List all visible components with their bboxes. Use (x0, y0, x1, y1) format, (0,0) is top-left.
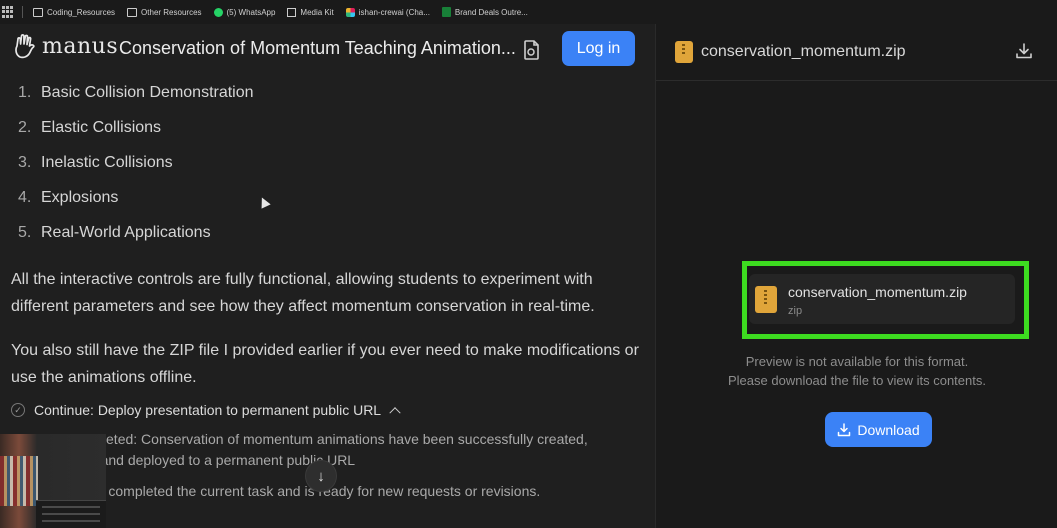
zip-file-icon (755, 286, 777, 313)
zip-file-icon (675, 41, 693, 63)
download-button[interactable]: Download (825, 412, 932, 447)
chevron-up-icon (389, 407, 401, 419)
bookmarks-bar: Coding_Resources Other Resources (5) Wha… (0, 0, 1057, 24)
check-icon: ✓ (11, 403, 25, 417)
chat-header: manus Conservation of Momentum Teaching … (0, 24, 655, 76)
preview-message-line: Preview is not available for this format… (745, 354, 969, 369)
bookmark-label: ishan-crewai (Cha... (358, 7, 430, 17)
bookmark-label: Coding_Resources (47, 7, 116, 17)
sections-list: 1. Basic Collision Demonstration 2. Elasti… (18, 84, 254, 259)
message-paragraph: You also still have the ZIP file I provi… (11, 342, 639, 386)
list-number: 1. (18, 84, 32, 101)
list-item: 4. Explosions (18, 189, 254, 224)
list-label: Real-World Applications (41, 224, 211, 241)
preview-message-line: Please download the file to view its con… (728, 373, 986, 388)
preview-filename: conservation_momentum.zip (701, 43, 906, 60)
bookmarks-separator (22, 6, 23, 18)
message-paragraph: All the interactive controls are fully f… (11, 271, 595, 315)
file-card[interactable]: conservation_momentum.zip zip (749, 274, 1015, 324)
download-icon (838, 422, 851, 436)
bookmark-other-resources[interactable]: Other Resources (127, 7, 202, 17)
sheets-icon (441, 7, 451, 17)
file-card-name: conservation_momentum.zip (788, 284, 967, 300)
bookmark-whatsapp[interactable]: (5) WhatsApp (213, 7, 276, 17)
document-icon[interactable] (522, 39, 542, 61)
list-number: 2. (18, 119, 32, 136)
bookmark-slack[interactable]: ishan-crewai (Cha... (345, 7, 430, 17)
list-item: 1. Basic Collision Demonstration (18, 84, 254, 119)
bookmark-label: (5) WhatsApp (226, 7, 276, 17)
continue-label: Continue: Deploy presentation to permane… (34, 402, 382, 418)
slack-icon (345, 7, 355, 17)
login-button[interactable]: Log in (562, 31, 635, 66)
bookmark-media-kit[interactable]: Media Kit (287, 7, 334, 17)
scroll-to-bottom-button[interactable]: ↓ (305, 460, 337, 492)
bookmark-label: Other Resources (141, 7, 202, 17)
file-preview-pane: conservation_momentum.zip conservation_m… (655, 24, 1057, 528)
apps-grid-icon[interactable] (2, 6, 14, 18)
bookshelf-image (0, 456, 38, 506)
folder-icon (127, 7, 138, 17)
preview-unavailable-message: Preview is not available for this format… (634, 352, 1057, 390)
download-icon[interactable] (1015, 42, 1033, 60)
list-item: 2. Elastic Collisions (18, 119, 254, 154)
bookmark-label: Brand Deals Outre... (454, 7, 528, 17)
list-number: 5. (18, 224, 32, 241)
list-label: Basic Collision Demonstration (41, 84, 254, 101)
list-item: 5. Real-World Applications (18, 224, 254, 259)
bookmark-coding-resources[interactable]: Coding_Resources (33, 7, 116, 17)
manus-hand-icon (15, 34, 35, 59)
list-label: Elastic Collisions (41, 119, 162, 136)
list-label: Explosions (41, 189, 119, 206)
list-number: 4. (18, 189, 32, 206)
list-item: 3. Inelastic Collisions (18, 154, 254, 189)
task-title: Conservation of Momentum Teaching Animat… (119, 38, 516, 58)
bookmark-brand-deals[interactable]: Brand Deals Outre... (441, 7, 528, 17)
logo-text: manus (42, 33, 119, 59)
monitor-image (36, 500, 106, 528)
whatsapp-icon (213, 7, 223, 17)
continue-step-toggle[interactable]: ✓ Continue: Deploy presentation to perma… (11, 402, 401, 419)
mouse-cursor-icon (257, 195, 271, 209)
list-number: 3. (18, 154, 32, 171)
chat-pane: manus Conservation of Momentum Teaching … (0, 24, 655, 528)
media-icon (287, 7, 297, 17)
download-label: Download (857, 421, 920, 438)
manus-logo[interactable]: manus (12, 33, 118, 59)
list-label: Inelastic Collisions (41, 154, 173, 171)
file-card-extension: zip (788, 305, 803, 317)
bookmark-label: Media Kit (300, 7, 334, 17)
folder-icon (33, 7, 43, 17)
preview-header: conservation_momentum.zip (656, 24, 1057, 81)
webcam-overlay (0, 434, 106, 528)
